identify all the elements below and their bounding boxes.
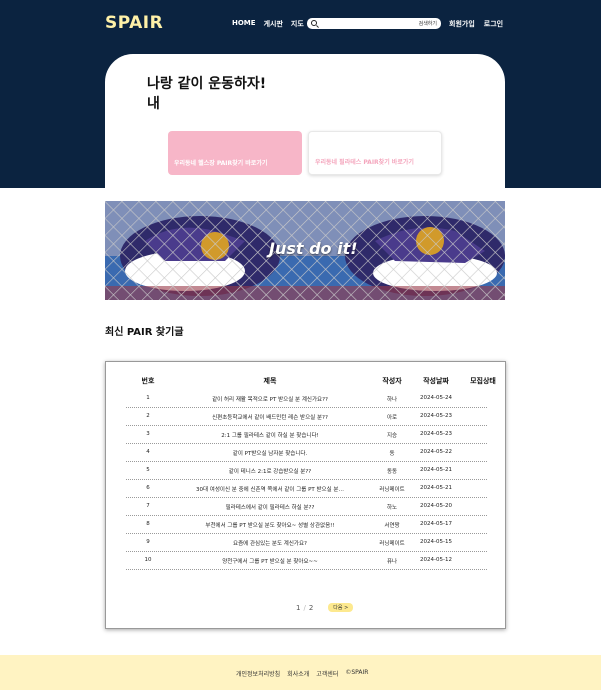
footer-support[interactable]: 고객센터 bbox=[316, 669, 338, 678]
row-title[interactable]: 필라테스에서 같이 필라테스 하실 분?? bbox=[170, 503, 370, 511]
logo[interactable]: SPAIR bbox=[105, 13, 163, 33]
table-row[interactable]: 9요즘에 관심있는 분도 계신가요?러닝메이트2024-05-15모집중 bbox=[126, 534, 487, 552]
row-title[interactable]: 같이 PT받으실 남자분 찾습니다. bbox=[170, 449, 370, 457]
row-number: 2 bbox=[146, 413, 150, 419]
footer-privacy[interactable]: 개인정보처리방침 bbox=[236, 669, 280, 678]
row-date: 2024-05-15 bbox=[420, 539, 452, 545]
row-title[interactable]: 2:1 그룹 필라테스 같이 하실 분 찾습니다! bbox=[170, 431, 370, 439]
row-date: 2024-05-24 bbox=[420, 395, 452, 401]
hero-title: 나랑 같이 운동하자! 내 bbox=[147, 74, 266, 114]
row-number: 8 bbox=[146, 521, 150, 527]
next-page-button[interactable]: 다음 > bbox=[328, 603, 354, 612]
table-header: 번호 제목 작성자 작성날짜 모집상태 bbox=[126, 376, 496, 390]
pilates-pair-button[interactable]: 우리동네 필라테스 PAIR찾기 바로가기 bbox=[308, 131, 442, 175]
nav-map[interactable]: 지도 bbox=[291, 19, 304, 29]
login-link[interactable]: 로그인 bbox=[484, 19, 503, 29]
hero-title-line1: 나랑 같이 운동하자! bbox=[147, 76, 267, 92]
signup-link[interactable]: 회원가입 bbox=[449, 19, 475, 29]
gym-pair-button[interactable]: 우리동네 헬스장 PAIR찾기 바로가기 bbox=[168, 131, 302, 175]
row-date: 2024-05-23 bbox=[420, 413, 452, 419]
header-status: 모집상태 bbox=[470, 377, 496, 385]
table-row[interactable]: 7필라테스에서 같이 필라테스 하실 분??하노2024-05-20모집중 bbox=[126, 498, 487, 516]
row-date: 2024-05-23 bbox=[420, 431, 452, 437]
row-number: 5 bbox=[146, 467, 150, 473]
row-title[interactable]: 요즘에 관심있는 분도 계신가요? bbox=[170, 539, 370, 547]
row-author: 동동 bbox=[386, 469, 398, 475]
row-title[interactable]: 30대 여성이신 분 중에 신촌역 쪽에서 같이 그룹 PT 받으실 분… bbox=[170, 485, 370, 493]
table-row[interactable]: 4같이 PT받으실 남자분 찾습니다.동2024-05-22모집중 bbox=[126, 444, 487, 462]
table-row[interactable]: 6 30대 여성이신 분 중에 신촌역 쪽에서 같이 그룹 PT 받으실 분… 러닝… bbox=[126, 480, 487, 498]
row-date: 2024-05-21 bbox=[420, 467, 452, 473]
search-button[interactable]: 검색하기 bbox=[419, 20, 437, 27]
main-nav: HOME 게시판 지도 bbox=[232, 19, 304, 29]
header-no: 번호 bbox=[141, 377, 155, 385]
hero-title-line2: 내 bbox=[147, 96, 160, 112]
post-board: 번호 제목 작성자 작성날짜 모집상태 1 같이 허리 재활 목적으로 PT 받으… bbox=[105, 361, 506, 629]
page-current[interactable]: 1 bbox=[296, 604, 300, 612]
table-row[interactable]: 10양천구에서 그룹 PT 받으실 분 찾아요~~퓨나2024-05-12모집중 bbox=[126, 552, 487, 570]
footer: 개인정보처리방침 회사소개 고객센터 ©SPAIR bbox=[0, 655, 601, 690]
row-author: 퓨나 bbox=[386, 559, 398, 565]
row-author: 아로 bbox=[386, 415, 398, 421]
nav-home[interactable]: HOME bbox=[232, 19, 256, 29]
banner-image: Just do it! bbox=[105, 201, 505, 300]
row-number: 4 bbox=[146, 449, 150, 455]
footer-links: 개인정보처리방침 회사소개 고객센터 ©SPAIR bbox=[236, 669, 368, 678]
row-date: 2024-05-21 bbox=[420, 485, 452, 491]
table-body: 1 같이 허리 재활 목적으로 PT 받으실 분 계신가요?? 하나 2024-05-… bbox=[126, 390, 487, 570]
hero-card: 나랑 같이 운동하자! 내 우리동네 헬스장 PAIR찾기 바로가기 우리동네 … bbox=[105, 54, 505, 188]
row-date: 2024-05-20 bbox=[420, 503, 452, 509]
row-title[interactable]: 양천구에서 그룹 PT 받으실 분 찾아요~~ bbox=[170, 557, 370, 565]
table-row[interactable]: 5같이 테니스 2:1로 강습받으실 분??동동2024-05-21모집중 bbox=[126, 462, 487, 480]
page-total[interactable]: 2 bbox=[309, 604, 313, 612]
banner-slogan: Just do it! bbox=[269, 239, 358, 258]
row-author: 러닝메이트 bbox=[379, 487, 405, 493]
row-author: 러닝메이트 bbox=[379, 541, 405, 547]
row-number: 10 bbox=[144, 557, 152, 563]
row-author: 동 bbox=[389, 451, 395, 457]
table-row[interactable]: 8 부천에서 그룹 PT 받으실 분도 찾아요~ 성별 상관없음!! 서연짱 2024… bbox=[126, 516, 487, 534]
nav-board[interactable]: 게시판 bbox=[264, 19, 283, 29]
row-number: 9 bbox=[146, 539, 150, 545]
header-author: 작성자 bbox=[382, 377, 402, 385]
row-date: 2024-05-12 bbox=[420, 557, 452, 563]
row-author: 하나 bbox=[386, 397, 398, 403]
pagination: 1 / 2 다음 > bbox=[296, 603, 354, 612]
header-title: 제목 bbox=[263, 377, 277, 385]
page-separator: / bbox=[303, 603, 306, 612]
row-author: 서연짱 bbox=[384, 523, 400, 529]
header-date: 작성날짜 bbox=[423, 377, 449, 385]
row-date: 2024-05-22 bbox=[420, 449, 452, 455]
search-input[interactable]: 검색하기 bbox=[307, 18, 441, 29]
auth-links: 회원가입 로그인 bbox=[449, 19, 503, 29]
table-row[interactable]: 2 신편초등학교에서 같이 배드민턴 레슨 받으실 분?? 아로 2024-05-23… bbox=[126, 408, 487, 426]
footer-about[interactable]: 회사소개 bbox=[287, 669, 309, 678]
row-title[interactable]: 같이 테니스 2:1로 강습받으실 분?? bbox=[170, 467, 370, 475]
row-title[interactable]: 신편초등학교에서 같이 배드민턴 레슨 받으실 분?? bbox=[170, 413, 370, 421]
row-number: 1 bbox=[146, 395, 150, 401]
table-row[interactable]: 1 같이 허리 재활 목적으로 PT 받으실 분 계신가요?? 하나 2024-05-… bbox=[126, 390, 487, 408]
row-number: 3 bbox=[146, 431, 150, 437]
row-number: 7 bbox=[146, 503, 150, 509]
row-author: 지승 bbox=[386, 433, 398, 439]
row-author: 하노 bbox=[386, 505, 398, 511]
row-title[interactable]: 부천에서 그룹 PT 받으실 분도 찾아요~ 성별 상관없음!! bbox=[170, 521, 370, 529]
row-title[interactable]: 같이 허리 재활 목적으로 PT 받으실 분 계신가요?? bbox=[170, 395, 370, 403]
section-title: 최신 PAIR 찾기글 bbox=[105, 327, 184, 338]
row-date: 2024-05-17 bbox=[420, 521, 452, 527]
search-icon bbox=[311, 20, 317, 26]
table-row[interactable]: 32:1 그룹 필라테스 같이 하실 분 찾습니다!지승2024-05-23모집… bbox=[126, 426, 487, 444]
footer-copyright: ©SPAIR bbox=[345, 669, 369, 676]
row-number: 6 bbox=[146, 485, 150, 491]
